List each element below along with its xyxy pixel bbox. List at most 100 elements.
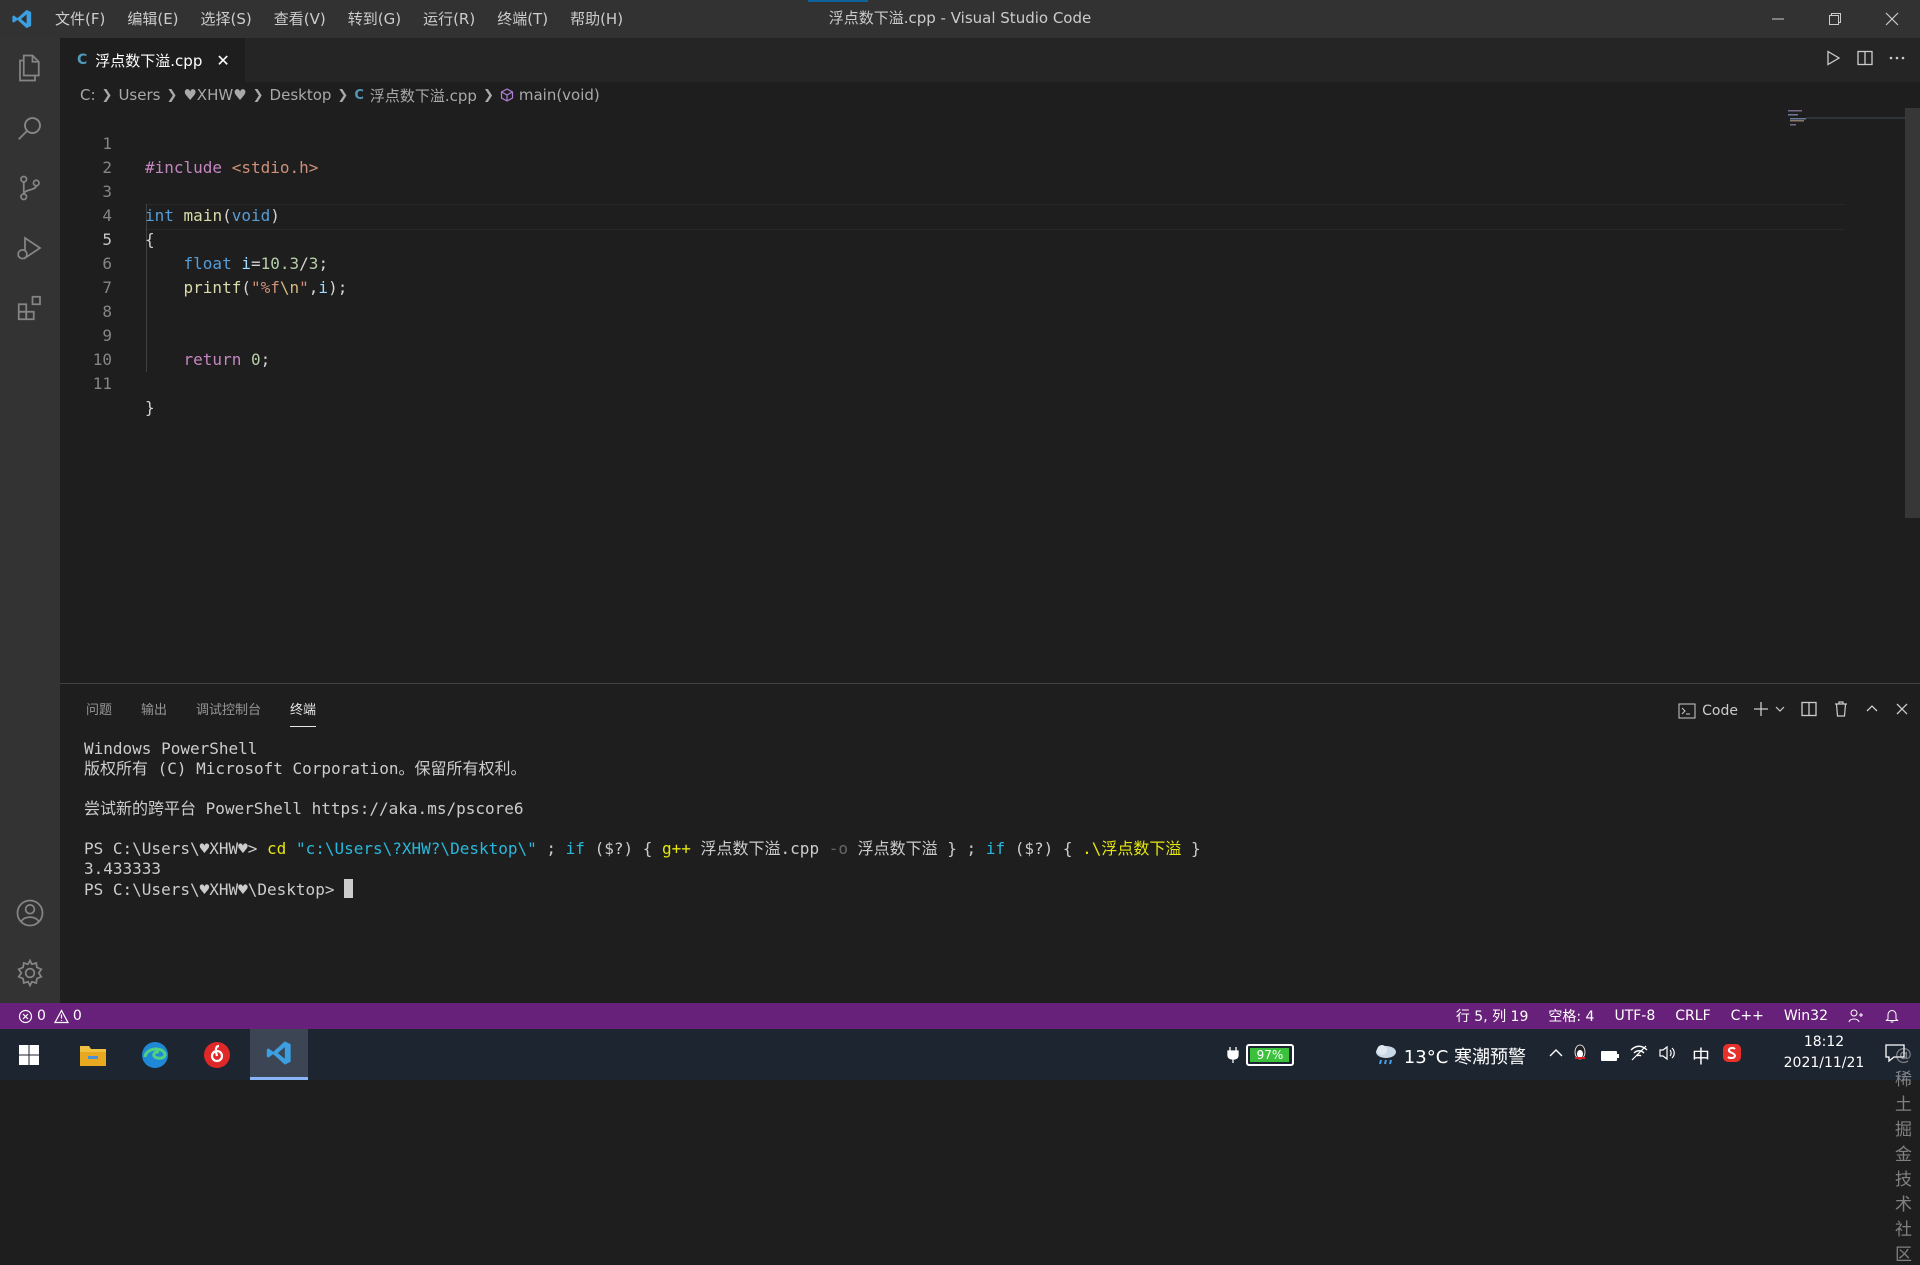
bottom-panel: 问题 输出 调试控制台 终端 Code Windows PowerShell 版… (60, 683, 1920, 1004)
menu-run[interactable]: 运行(R) (412, 0, 486, 38)
breadcrumb-user[interactable]: ♥XHW♥ (183, 86, 246, 104)
panel-actions: Code (1678, 696, 1910, 726)
power-icon[interactable] (1600, 1047, 1620, 1068)
close-window-button[interactable] (1863, 0, 1920, 38)
run-file-icon[interactable] (1824, 49, 1842, 71)
menu-selection[interactable]: 选择(S) (190, 0, 263, 38)
split-editor-icon[interactable] (1856, 49, 1874, 71)
tab-close-icon[interactable]: ✕ (216, 51, 229, 70)
file-explorer-icon[interactable] (64, 1029, 122, 1080)
chevron-down-icon[interactable] (1774, 703, 1786, 719)
weather-text[interactable]: 13°C 寒潮预警 (1404, 1043, 1526, 1069)
menu-go[interactable]: 转到(G) (337, 0, 412, 38)
restore-button[interactable] (1806, 0, 1863, 38)
terminal-selector-label: Code (1702, 703, 1738, 719)
edge-browser-icon[interactable] (126, 1029, 184, 1080)
menu-edit[interactable]: 编辑(E) (116, 0, 189, 38)
terminal-selector[interactable]: Code (1678, 703, 1738, 719)
line-content: printf("%f\n",i); (183, 278, 348, 297)
tab-terminal[interactable]: 终端 (290, 696, 317, 727)
error-icon (18, 1009, 33, 1023)
status-bar: 0 0 行 5, 列 19 空格: 4 UTF-8 CRLF C++ Win32 (0, 1003, 1920, 1029)
volume-icon[interactable] (1658, 1045, 1676, 1066)
extensions-icon[interactable] (0, 278, 60, 338)
menu-help[interactable]: 帮助(H) (559, 0, 634, 38)
taskbar: 13°C 寒潮预警 中 18:12 2021/11/21 @稀土掘金技术社区 (0, 1029, 1920, 1265)
search-icon[interactable] (0, 98, 60, 158)
new-terminal-icon[interactable] (1752, 700, 1770, 722)
terminal-prompt: PS C:\Users\♥XHW♥\Desktop> (84, 880, 345, 899)
settings-gear-icon[interactable] (0, 943, 60, 1003)
code-line: 9 return 0; (60, 300, 270, 369)
language-mode[interactable]: C++ (1731, 1008, 1764, 1024)
ime-indicator[interactable]: 中 (1692, 1043, 1710, 1069)
line-content: { (145, 230, 155, 249)
menu-view[interactable]: 查看(V) (263, 0, 337, 38)
terminal-line: 版权所有 (C) Microsoft Corporation。保留所有权利。 (84, 759, 527, 778)
vscode-taskbar-icon[interactable] (250, 1029, 308, 1080)
date: 2021/11/21 (1783, 1055, 1865, 1071)
warning-count: 0 (72, 1008, 82, 1024)
line-content: float i=10.3/3; (183, 254, 329, 273)
close-panel-icon[interactable] (1894, 701, 1910, 721)
sogou-input-icon[interactable] (1722, 1043, 1742, 1068)
chevron-right-icon: ❯ (166, 87, 178, 103)
windows-start-icon[interactable] (0, 1029, 58, 1080)
code-editor[interactable]: 1 #include <stdio.h> 2 3 int main(void) … (60, 108, 1900, 683)
source-control-icon[interactable] (0, 158, 60, 218)
cpp-file-icon: C (77, 52, 88, 68)
wifi-icon[interactable] (1630, 1045, 1648, 1066)
line-content: } (145, 398, 155, 417)
status-right: 行 5, 列 19 空格: 4 UTF-8 CRLF C++ Win32 (1436, 1003, 1900, 1029)
bell-icon[interactable] (1884, 1008, 1900, 1025)
minimize-button[interactable] (1749, 0, 1806, 38)
window-controls (1749, 0, 1920, 38)
activity-bar (0, 38, 60, 1003)
clock[interactable]: 18:12 2021/11/21 (1764, 1032, 1884, 1074)
panel-tabs: 问题 输出 调试控制台 终端 (86, 696, 345, 727)
terminal-icon (1678, 703, 1696, 719)
tab-debug-console[interactable]: 调试控制台 (196, 696, 261, 726)
breadcrumb-desktop[interactable]: Desktop (270, 86, 332, 104)
explorer-icon[interactable] (0, 38, 60, 98)
battery-indicator[interactable]: 97% (1226, 1044, 1294, 1066)
breadcrumb-drive[interactable]: C: (80, 86, 96, 104)
chevron-right-icon: ❯ (337, 87, 349, 103)
weather-icon[interactable] (1372, 1041, 1400, 1072)
chevron-right-icon: ❯ (252, 87, 264, 103)
encoding[interactable]: UTF-8 (1614, 1008, 1655, 1024)
terminal-line: 尝试新的跨平台 PowerShell https://aka.ms/pscore… (84, 799, 524, 818)
trash-icon[interactable] (1832, 700, 1850, 722)
chevron-right-icon: ❯ (101, 87, 113, 103)
menu-terminal[interactable]: 终端(T) (486, 0, 559, 38)
breadcrumb-users[interactable]: Users (118, 86, 160, 104)
accounts-icon[interactable] (0, 883, 60, 943)
breadcrumb-file[interactable]: 浮点数下溢.cpp (370, 85, 477, 106)
menu-file[interactable]: 文件(F) (44, 0, 116, 38)
platform[interactable]: Win32 (1784, 1008, 1828, 1024)
code-line: 4 { (60, 180, 154, 249)
tab-output[interactable]: 输出 (141, 696, 167, 726)
run-debug-icon[interactable] (0, 218, 60, 278)
breadcrumb-symbol[interactable]: main(void) (519, 86, 600, 104)
battery-icon: 97% (1246, 1044, 1294, 1066)
minimap[interactable] (1788, 108, 1908, 128)
more-actions-icon[interactable] (1888, 49, 1906, 71)
maximize-panel-icon[interactable] (1864, 701, 1880, 721)
terminal-line: 3.433333 (84, 859, 162, 878)
indentation[interactable]: 空格: 4 (1548, 1006, 1594, 1026)
show-hidden-icons-chevron-up-icon[interactable] (1548, 1045, 1564, 1066)
symbol-method-icon (500, 86, 514, 104)
split-terminal-icon[interactable] (1800, 700, 1818, 722)
warning-icon (53, 1008, 69, 1023)
tab-file[interactable]: C 浮点数下溢.cpp ✕ (60, 38, 246, 82)
problems-status[interactable]: 0 0 (18, 1003, 82, 1029)
tab-problems[interactable]: 问题 (86, 696, 112, 726)
cursor-position[interactable]: 行 5, 列 19 (1456, 1006, 1529, 1026)
editor-scrollbar[interactable] (1905, 108, 1920, 518)
end-of-line[interactable]: CRLF (1675, 1008, 1710, 1024)
terminal-output[interactable]: Windows PowerShell 版权所有 (C) Microsoft Co… (84, 739, 1201, 900)
netease-music-icon[interactable] (188, 1029, 246, 1080)
qq-penguin-icon[interactable] (1572, 1043, 1588, 1068)
feedback-icon[interactable] (1848, 1008, 1864, 1025)
